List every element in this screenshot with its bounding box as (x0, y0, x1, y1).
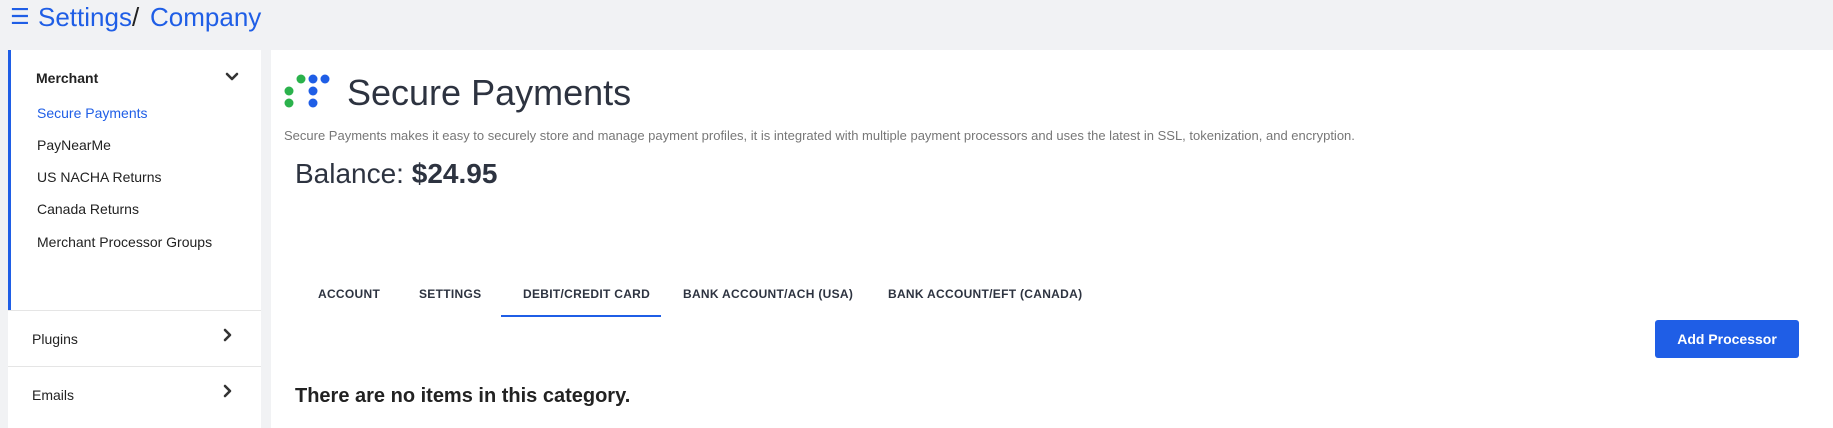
page-description: Secure Payments makes it easy to securel… (284, 128, 1355, 143)
balance: Balance: $24.95 (295, 158, 497, 190)
sidebar-group-plugins[interactable]: Plugins (8, 310, 261, 366)
tab-bank-account-ach-usa[interactable]: BANK ACCOUNT/ACH (USA) (683, 287, 853, 301)
sidebar: Merchant Secure Payments PayNearMe US NA… (8, 50, 261, 428)
sidebar-group-title-merchant[interactable]: Merchant (36, 70, 98, 86)
sidebar-group-title-plugins: Plugins (32, 331, 78, 347)
main-panel: Secure Payments Secure Payments makes it… (271, 50, 1833, 428)
sidebar-item-canada-returns[interactable]: Canada Returns (37, 201, 139, 217)
balance-amount: $24.95 (411, 158, 498, 189)
chevron-right-icon[interactable] (223, 328, 233, 342)
tab-debit-credit-card[interactable]: DEBIT/CREDIT CARD (523, 287, 650, 301)
sidebar-group-emails[interactable]: Emails (8, 366, 261, 422)
chevron-right-icon[interactable] (223, 384, 233, 398)
breadcrumb-settings[interactable]: Settings (38, 1, 132, 33)
sidebar-item-paynearme[interactable]: PayNearMe (37, 137, 111, 153)
tab-bar: ACCOUNT SETTINGS DEBIT/CREDIT CARD BANK … (271, 275, 1833, 320)
add-processor-button[interactable]: Add Processor (1655, 320, 1799, 358)
tab-account[interactable]: ACCOUNT (318, 287, 380, 301)
menu-icon[interactable]: ☰ (10, 6, 30, 28)
page-title: Secure Payments (347, 72, 632, 113)
top-bar: ☰ Settings / Company (0, 0, 1833, 50)
active-tab-indicator (501, 315, 661, 317)
tab-settings[interactable]: SETTINGS (419, 287, 481, 301)
sidebar-group-merchant: Merchant Secure Payments PayNearMe US NA… (8, 50, 261, 310)
balance-label: Balance: (295, 158, 404, 189)
breadcrumb-separator: / (132, 2, 140, 32)
empty-state-message: There are no items in this category. (295, 385, 631, 407)
chevron-down-icon[interactable] (225, 72, 239, 82)
sidebar-item-secure-payments[interactable]: Secure Payments (37, 105, 148, 121)
breadcrumb-company[interactable]: Company (150, 1, 261, 33)
tab-bank-account-eft-canada[interactable]: BANK ACCOUNT/EFT (CANADA) (888, 287, 1082, 301)
sidebar-group-title-emails: Emails (32, 387, 75, 403)
sidebar-item-merchant-processor-groups[interactable]: Merchant Processor Groups (37, 234, 212, 250)
secure-payments-logo-icon (284, 74, 330, 108)
sidebar-item-us-nacha-returns[interactable]: US NACHA Returns (37, 169, 161, 185)
